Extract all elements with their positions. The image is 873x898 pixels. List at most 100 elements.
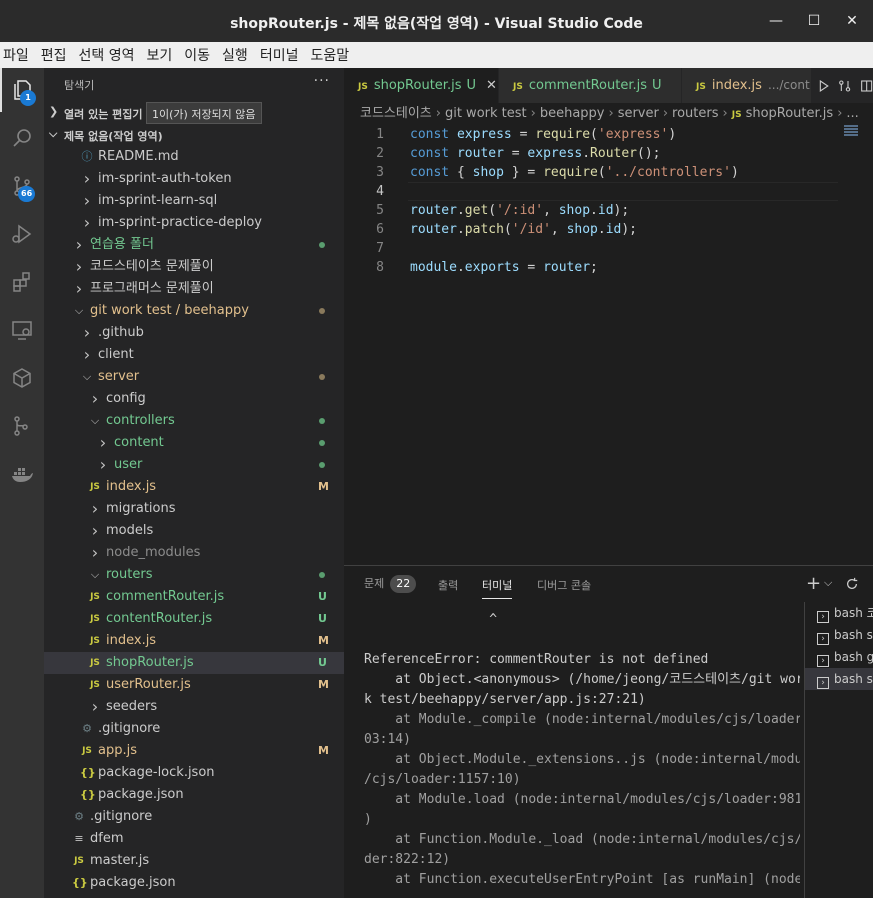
tree-item[interactable]: › 프로그래머스 문제풀이 [44, 278, 344, 300]
close-icon[interactable]: ✕ [486, 78, 497, 93]
search-activity[interactable] [0, 116, 44, 160]
modified-dot-icon [319, 374, 325, 380]
tab-shoprouter[interactable]: JS shopRouter.js U ✕ [344, 68, 498, 103]
minimize-button[interactable]: — [769, 13, 783, 29]
terminal-line: 03:14) [364, 732, 411, 747]
breadcrumb-item[interactable]: routers [672, 106, 718, 121]
menu-run[interactable]: 실행 [216, 45, 254, 65]
run-icon[interactable] [817, 78, 830, 94]
code-token: require [543, 165, 598, 180]
tree-item[interactable]: JS index.js M [44, 476, 344, 498]
code-editor[interactable]: 1 const express = require('express') 2 cons… [344, 125, 873, 565]
tree-item[interactable]: › models [44, 520, 344, 542]
tree-item[interactable]: › seeders [44, 696, 344, 718]
tab-commentrouter[interactable]: JS commentRouter.js U [499, 68, 681, 103]
tree-item[interactable]: ⚙ .gitignore [44, 806, 344, 828]
tree-item[interactable]: › im-sprint-learn-sql [44, 190, 344, 212]
code-line: router.patch('/id', shop.id); [410, 220, 637, 239]
refresh-icon[interactable] [845, 577, 859, 591]
breadcrumb-item[interactable]: git work test [445, 106, 527, 121]
tree-item[interactable]: {} package-lock.json [44, 762, 344, 784]
menu-help[interactable]: 도움말 [304, 45, 355, 65]
tree-item[interactable]: › client [44, 344, 344, 366]
tree-item[interactable]: {} package.json [44, 784, 344, 806]
tree-item[interactable]: ⌵ server [44, 366, 344, 388]
breadcrumb-item[interactable]: shopRouter.js [746, 106, 834, 121]
source-control-activity[interactable]: 66 [0, 164, 44, 208]
tree-item[interactable]: › im-sprint-practice-deploy [44, 212, 344, 234]
menu-file[interactable]: 파일 [0, 45, 35, 65]
tree-item[interactable]: ⚙ .gitignore [44, 718, 344, 740]
tree-item[interactable]: {} package.json [44, 872, 344, 894]
terminal-item[interactable]: › bash se [805, 668, 873, 690]
maximize-button[interactable]: ☐ [807, 13, 821, 29]
tree-item[interactable]: JS commentRouter.js U [44, 586, 344, 608]
close-button[interactable]: ✕ [845, 13, 859, 29]
tree-item[interactable]: JS shopRouter.js U [44, 652, 344, 674]
open-editors-section[interactable]: ❯ 열려 있는 편집기 1이(가) 저장되지 않음 [44, 102, 344, 124]
tree-item[interactable]: ≡ dfem [44, 828, 344, 850]
explorer-activity[interactable]: 1 [0, 68, 44, 112]
remote-explorer-activity[interactable] [0, 308, 44, 352]
extensions-activity[interactable] [0, 260, 44, 304]
tree-item[interactable]: › node_modules [44, 542, 344, 564]
docker-activity[interactable] [0, 452, 44, 496]
menu-edit[interactable]: 편집 [35, 45, 73, 65]
tree-item-label: im-sprint-learn-sql [98, 193, 218, 208]
compare-changes-icon[interactable] [838, 78, 851, 94]
js-icon: JS [90, 658, 100, 668]
tree-item[interactable]: JS userRouter.js M [44, 674, 344, 696]
new-terminal-button[interactable]: + [806, 573, 821, 594]
tree-item[interactable]: › .github [44, 322, 344, 344]
terminal-item[interactable]: › bash 코 [805, 602, 873, 624]
terminal-item[interactable]: › bash se [805, 624, 873, 646]
tree-item-label: node_modules [106, 545, 201, 560]
menu-terminal[interactable]: 터미널 [254, 45, 305, 65]
terminal-item[interactable]: › bash g [805, 646, 873, 668]
menu-go[interactable]: 이동 [178, 45, 216, 65]
tree-item[interactable]: › config [44, 388, 344, 410]
cube-icon [13, 368, 31, 388]
breadcrumb-item[interactable]: 코드스테이츠 [360, 106, 432, 121]
workspace-section[interactable]: ⌵ 제목 없음(작업 영역) [44, 124, 344, 146]
tree-item[interactable]: › user [44, 454, 344, 476]
tree-item[interactable]: JS app.js M [44, 740, 344, 762]
tree-item[interactable]: › 코드스테이츠 문제풀이 [44, 256, 344, 278]
tab-terminal[interactable]: 터미널 [482, 577, 513, 599]
code-token: router [543, 260, 591, 275]
more-actions-button[interactable]: ··· [314, 73, 330, 89]
run-debug-activity[interactable] [0, 212, 44, 256]
tab-problems[interactable]: 문제 22 [364, 575, 417, 593]
tree-item[interactable]: › content [44, 432, 344, 454]
breadcrumb-item[interactable]: server [618, 106, 659, 121]
tree-item[interactable]: ⌵ routers [44, 564, 344, 586]
chevron-down-icon[interactable]: ⌵ [824, 576, 832, 590]
split-editor-icon[interactable] [860, 78, 873, 94]
tab-debug-console[interactable]: 디버그 콘솔 [537, 577, 591, 593]
tree-item[interactable]: › im-sprint-auth-token [44, 168, 344, 190]
menu-view[interactable]: 보기 [141, 45, 179, 65]
tree-item[interactable]: ⌵ git work test / beehappy [44, 300, 344, 322]
git-status-badge: M [318, 744, 329, 757]
tree-item[interactable]: › 연습용 폴더 [44, 234, 344, 256]
terminal-output[interactable]: ^ ReferenceError: commentRouter is not de… [344, 602, 800, 898]
breadcrumb-item[interactable]: ... [846, 106, 858, 121]
tree-item[interactable]: JS master.js [44, 850, 344, 872]
tree-item[interactable]: ⌵ controllers [44, 410, 344, 432]
minimap[interactable] [844, 125, 858, 139]
tree-item[interactable]: › migrations [44, 498, 344, 520]
tree-item[interactable]: ≡ test.txt [44, 894, 344, 898]
tree-item[interactable]: ⓘ README.md [44, 146, 344, 168]
breadcrumb-item[interactable]: beehappy [540, 106, 605, 121]
tab-output[interactable]: 출력 [438, 577, 458, 593]
code-token: . [456, 203, 465, 218]
terminal-item-label: bash se [834, 672, 873, 686]
git-graph-activity[interactable] [0, 404, 44, 448]
cube-activity[interactable] [0, 356, 44, 400]
tree-item[interactable]: JS contentRouter.js U [44, 608, 344, 630]
window-title: shopRouter.js - 제목 없음(작업 영역) - Visual St… [230, 16, 643, 32]
tab-index[interactable]: JS index.js .../cont [682, 68, 812, 103]
tree-item[interactable]: JS index.js M [44, 630, 344, 652]
menu-selection[interactable]: 선택 영역 [73, 45, 141, 65]
code-token: id [605, 222, 622, 237]
